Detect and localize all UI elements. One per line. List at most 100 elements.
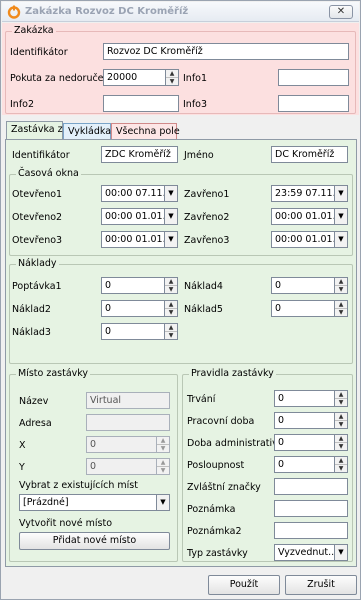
- sequence-stepper[interactable]: 0 ▲ ▼: [274, 456, 348, 473]
- demand1-field[interactable]: 0: [101, 277, 165, 294]
- spin-down-icon[interactable]: ▼: [335, 465, 347, 473]
- open2-field[interactable]: 00:00 01.01.0: [101, 208, 165, 225]
- spin-down-icon[interactable]: ▼: [165, 332, 177, 340]
- existing-place-value[interactable]: [Prázdné]: [19, 494, 157, 511]
- open1-field[interactable]: 00:00 07.11.2: [101, 185, 165, 202]
- dropdown-arrow-icon[interactable]: ▼: [335, 544, 348, 561]
- cancel-button[interactable]: Zrušit: [285, 575, 357, 595]
- place-y-field: 0: [86, 458, 157, 475]
- dropdown-arrow-icon[interactable]: ▼: [335, 208, 348, 225]
- special-marks-field[interactable]: [274, 478, 348, 495]
- dropdown-arrow-icon[interactable]: ▼: [157, 494, 170, 511]
- close2-field[interactable]: 00:00 01.01.0: [271, 208, 335, 225]
- open3-label: Otevřeno3: [12, 235, 63, 246]
- cost2-field[interactable]: 0: [101, 300, 165, 317]
- order-identifier-label: Identifikátor: [10, 47, 68, 58]
- open2-label: Otevřeno2: [12, 212, 63, 223]
- place-name-field: Virtual: [86, 392, 170, 409]
- stop-type-value[interactable]: Vyzvednut...: [274, 544, 335, 561]
- stop-name-field[interactable]: DC Kroměříž: [271, 146, 348, 163]
- worktime-stepper[interactable]: 0 ▲ ▼: [274, 412, 348, 429]
- spin-up-icon[interactable]: ▲: [165, 324, 177, 332]
- duration-field[interactable]: 0: [274, 390, 335, 407]
- note2-field[interactable]: [274, 522, 348, 539]
- spin-up-icon: ▲: [157, 459, 169, 467]
- open2-picker[interactable]: 00:00 01.01.0 ▼: [101, 208, 178, 225]
- place-address-label: Adresa: [19, 418, 52, 429]
- close-button[interactable]: ✕: [329, 5, 353, 19]
- spin-down-icon[interactable]: ▼: [335, 309, 347, 317]
- create-place-label: Vytvořit nové místo: [19, 518, 113, 529]
- duration-stepper[interactable]: 0 ▲ ▼: [274, 390, 348, 407]
- spin-down-icon[interactable]: ▼: [166, 78, 178, 86]
- close3-field[interactable]: 00:00 01.01.0: [271, 231, 335, 248]
- spin-down-icon[interactable]: ▼: [165, 286, 177, 294]
- close1-label: Zavřeno1: [184, 189, 230, 200]
- tab-unloading[interactable]: Vykládka: [63, 123, 111, 139]
- apply-button[interactable]: Použít: [208, 575, 280, 595]
- spin-up-icon[interactable]: ▲: [335, 413, 347, 421]
- cost4-stepper[interactable]: 0 ▲ ▼: [271, 277, 348, 294]
- open1-picker[interactable]: 00:00 07.11.2 ▼: [101, 185, 178, 202]
- demand1-stepper[interactable]: 0 ▲ ▼: [101, 277, 178, 294]
- spin-up-icon[interactable]: ▲: [335, 278, 347, 286]
- info3-field[interactable]: [278, 95, 349, 112]
- spin-up-icon[interactable]: ▲: [166, 70, 178, 78]
- tab-stop-from[interactable]: Zastávka z: [6, 121, 63, 139]
- cost5-stepper[interactable]: 0 ▲ ▼: [271, 300, 348, 317]
- stop-type-dropdown[interactable]: Vyzvednut... ▼: [274, 544, 348, 561]
- spin-down-icon[interactable]: ▼: [335, 399, 347, 407]
- dropdown-arrow-icon[interactable]: ▼: [165, 185, 178, 202]
- place-name-label: Název: [19, 396, 49, 407]
- app-logo-icon: [7, 5, 21, 19]
- admin-time-stepper[interactable]: 0 ▲ ▼: [274, 434, 348, 451]
- dropdown-arrow-icon[interactable]: ▼: [335, 231, 348, 248]
- info1-field[interactable]: [278, 69, 349, 86]
- order-identifier-field[interactable]: Rozvoz DC Kroměříž: [103, 43, 349, 60]
- stop-identifier-field[interactable]: ZDC Kroměříž: [101, 146, 178, 163]
- cost3-stepper[interactable]: 0 ▲ ▼: [101, 323, 178, 340]
- duration-label: Trvání: [187, 394, 216, 405]
- spin-up-icon[interactable]: ▲: [335, 391, 347, 399]
- existing-place-dropdown[interactable]: [Prázdné] ▼: [19, 494, 170, 511]
- sequence-field[interactable]: 0: [274, 456, 335, 473]
- cost3-field[interactable]: 0: [101, 323, 165, 340]
- spin-down-icon[interactable]: ▼: [335, 421, 347, 429]
- note-label: Poznámka: [187, 504, 236, 515]
- open3-picker[interactable]: 00:00 01.01.0 ▼: [101, 231, 178, 248]
- open3-field[interactable]: 00:00 01.01.0: [101, 231, 165, 248]
- dropdown-arrow-icon[interactable]: ▼: [335, 185, 348, 202]
- info3-label: Info3: [183, 99, 208, 110]
- info2-field[interactable]: [103, 95, 179, 112]
- close1-field[interactable]: 23:59 07.11.2: [271, 185, 335, 202]
- cost4-field[interactable]: 0: [271, 277, 335, 294]
- spin-up-icon[interactable]: ▲: [335, 301, 347, 309]
- window-title: Zakázka Rozvoz DC Kroměříž: [25, 6, 189, 17]
- spin-down-icon[interactable]: ▼: [335, 443, 347, 451]
- spin-down-icon: ▼: [160, 445, 166, 452]
- dropdown-arrow-icon[interactable]: ▼: [165, 231, 178, 248]
- penalty-field[interactable]: 20000: [103, 69, 166, 86]
- penalty-stepper[interactable]: 20000 ▲ ▼: [103, 69, 179, 86]
- stop-identifier-label: Identifikátor: [12, 150, 70, 161]
- cost2-stepper[interactable]: 0 ▲ ▼: [101, 300, 178, 317]
- spin-up-icon[interactable]: ▲: [335, 457, 347, 465]
- spin-up-icon[interactable]: ▲: [165, 278, 177, 286]
- cost5-field[interactable]: 0: [271, 300, 335, 317]
- stop-place-legend: Místo zastávky: [16, 368, 91, 379]
- tab-all-fields[interactable]: Všechna pole: [111, 123, 180, 139]
- worktime-field[interactable]: 0: [274, 412, 335, 429]
- dropdown-arrow-icon[interactable]: ▼: [165, 208, 178, 225]
- close3-picker[interactable]: 00:00 01.01.0 ▼: [271, 231, 348, 248]
- close2-picker[interactable]: 00:00 01.01.0 ▼: [271, 208, 348, 225]
- spin-up-icon[interactable]: ▲: [335, 435, 347, 443]
- add-new-place-button[interactable]: Přidat nové místo: [19, 532, 170, 550]
- special-marks-label: Zvláštní značky: [187, 482, 261, 493]
- admin-time-field[interactable]: 0: [274, 434, 335, 451]
- note-field[interactable]: [274, 500, 348, 517]
- spin-up-icon[interactable]: ▲: [165, 301, 177, 309]
- spin-down-icon[interactable]: ▼: [335, 286, 347, 294]
- close1-picker[interactable]: 23:59 07.11.2 ▼: [271, 185, 348, 202]
- tab-panel: Identifikátor ZDC Kroměříž Jméno DC Krom…: [5, 139, 357, 567]
- spin-down-icon[interactable]: ▼: [165, 309, 177, 317]
